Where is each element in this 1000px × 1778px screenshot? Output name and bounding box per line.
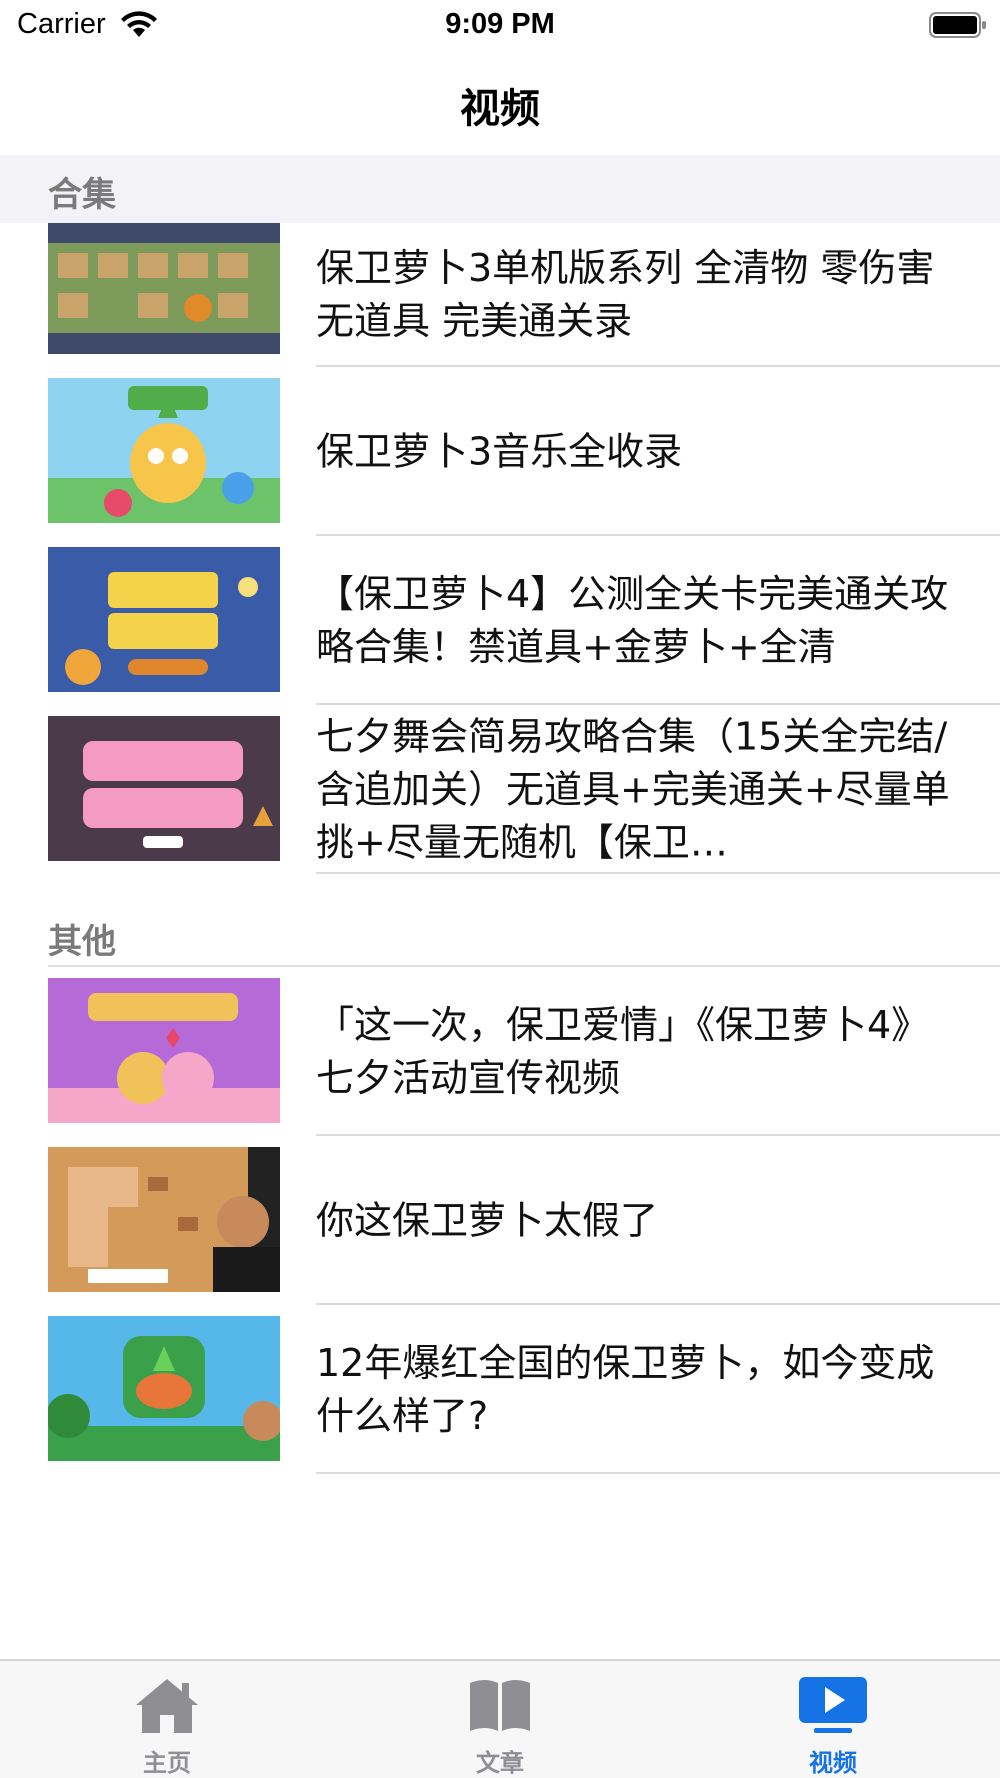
- tab-articles[interactable]: 文章: [333, 1661, 667, 1778]
- video-thumbnail: [48, 1316, 280, 1461]
- video-title: 你这保卫萝卜太假了: [316, 1198, 659, 1242]
- home-icon: [136, 1679, 198, 1733]
- video-title: 七夕舞会简易攻略合集（15关全完结/含追加关）无道具+完美通关+尽量单挑+尽量无…: [316, 714, 950, 864]
- section-header-collections: 合集: [0, 155, 1000, 223]
- section-header-label: 合集: [48, 175, 116, 215]
- video-thumbnail: [48, 716, 280, 861]
- video-title: 【保卫萝卜4】公测全关卡完美通关攻略合集！禁道具+金萝卜+全清: [316, 571, 949, 669]
- status-time: 9:09 PM: [445, 8, 555, 40]
- video-title: 「这一次，保卫爱情」《保卫萝卜4》七夕活动宣传视频: [316, 1002, 930, 1100]
- thumbnail-image: [48, 1316, 280, 1461]
- section-header-other: 其他: [0, 874, 1000, 967]
- section-header-label: 其他: [48, 922, 116, 962]
- list-item[interactable]: 【保卫萝卜4】公测全关卡完美通关攻略合集！禁道具+金萝卜+全清: [0, 536, 1000, 705]
- tab-videos[interactable]: 视频: [666, 1661, 1000, 1778]
- thumbnail-image: [48, 547, 280, 692]
- video-list[interactable]: 合集 保卫萝卜3单机版系列 全清物 零伤害 无道具 完美通关录 保卫萝卜3音乐全…: [0, 155, 1000, 1659]
- list-item[interactable]: 你这保卫萝卜太假了: [0, 1136, 1000, 1305]
- video-thumbnail: [48, 223, 280, 354]
- video-thumbnail: [48, 978, 280, 1123]
- thumbnail-image: [48, 378, 280, 523]
- video-thumbnail: [48, 547, 280, 692]
- thumbnail-image: [48, 716, 280, 861]
- status-bar: Carrier 9:09 PM: [0, 0, 1000, 50]
- video-title: 保卫萝卜3单机版系列 全清物 零伤害 无道具 完美通关录: [316, 246, 935, 343]
- list-item[interactable]: 保卫萝卜3单机版系列 全清物 零伤害 无道具 完美通关录: [0, 223, 1000, 367]
- tab-label: 视频: [809, 1749, 857, 1777]
- row-divider: [316, 1472, 1000, 1474]
- list-item[interactable]: 七夕舞会简易攻略合集（15关全完结/含追加关）无道具+完美通关+尽量单挑+尽量无…: [0, 705, 1000, 874]
- video-title: 保卫萝卜3音乐全收录: [316, 429, 683, 473]
- list-item[interactable]: 保卫萝卜3音乐全收录: [0, 367, 1000, 536]
- play-icon: [799, 1677, 867, 1733]
- thumbnail-image: [48, 223, 280, 354]
- book-icon: [470, 1680, 530, 1731]
- video-title: 12年爆红全国的保卫萝卜，如今变成什么样了?: [316, 1340, 935, 1438]
- battery-icon: [929, 12, 986, 38]
- thumbnail-image: [48, 978, 280, 1123]
- list-item[interactable]: 12年爆红全国的保卫萝卜，如今变成什么样了?: [0, 1305, 1000, 1474]
- list-item[interactable]: 「这一次，保卫爱情」《保卫萝卜4》七夕活动宣传视频: [0, 967, 1000, 1136]
- video-thumbnail: [48, 1147, 280, 1292]
- thumbnail-image: [48, 1147, 280, 1292]
- video-thumbnail: [48, 378, 280, 523]
- page-title: 视频: [460, 86, 540, 132]
- tab-bar: 主页 文章 视频: [0, 1659, 1000, 1778]
- tab-label: 主页: [143, 1749, 191, 1777]
- tab-label: 文章: [476, 1749, 524, 1777]
- tab-home[interactable]: 主页: [0, 1661, 334, 1778]
